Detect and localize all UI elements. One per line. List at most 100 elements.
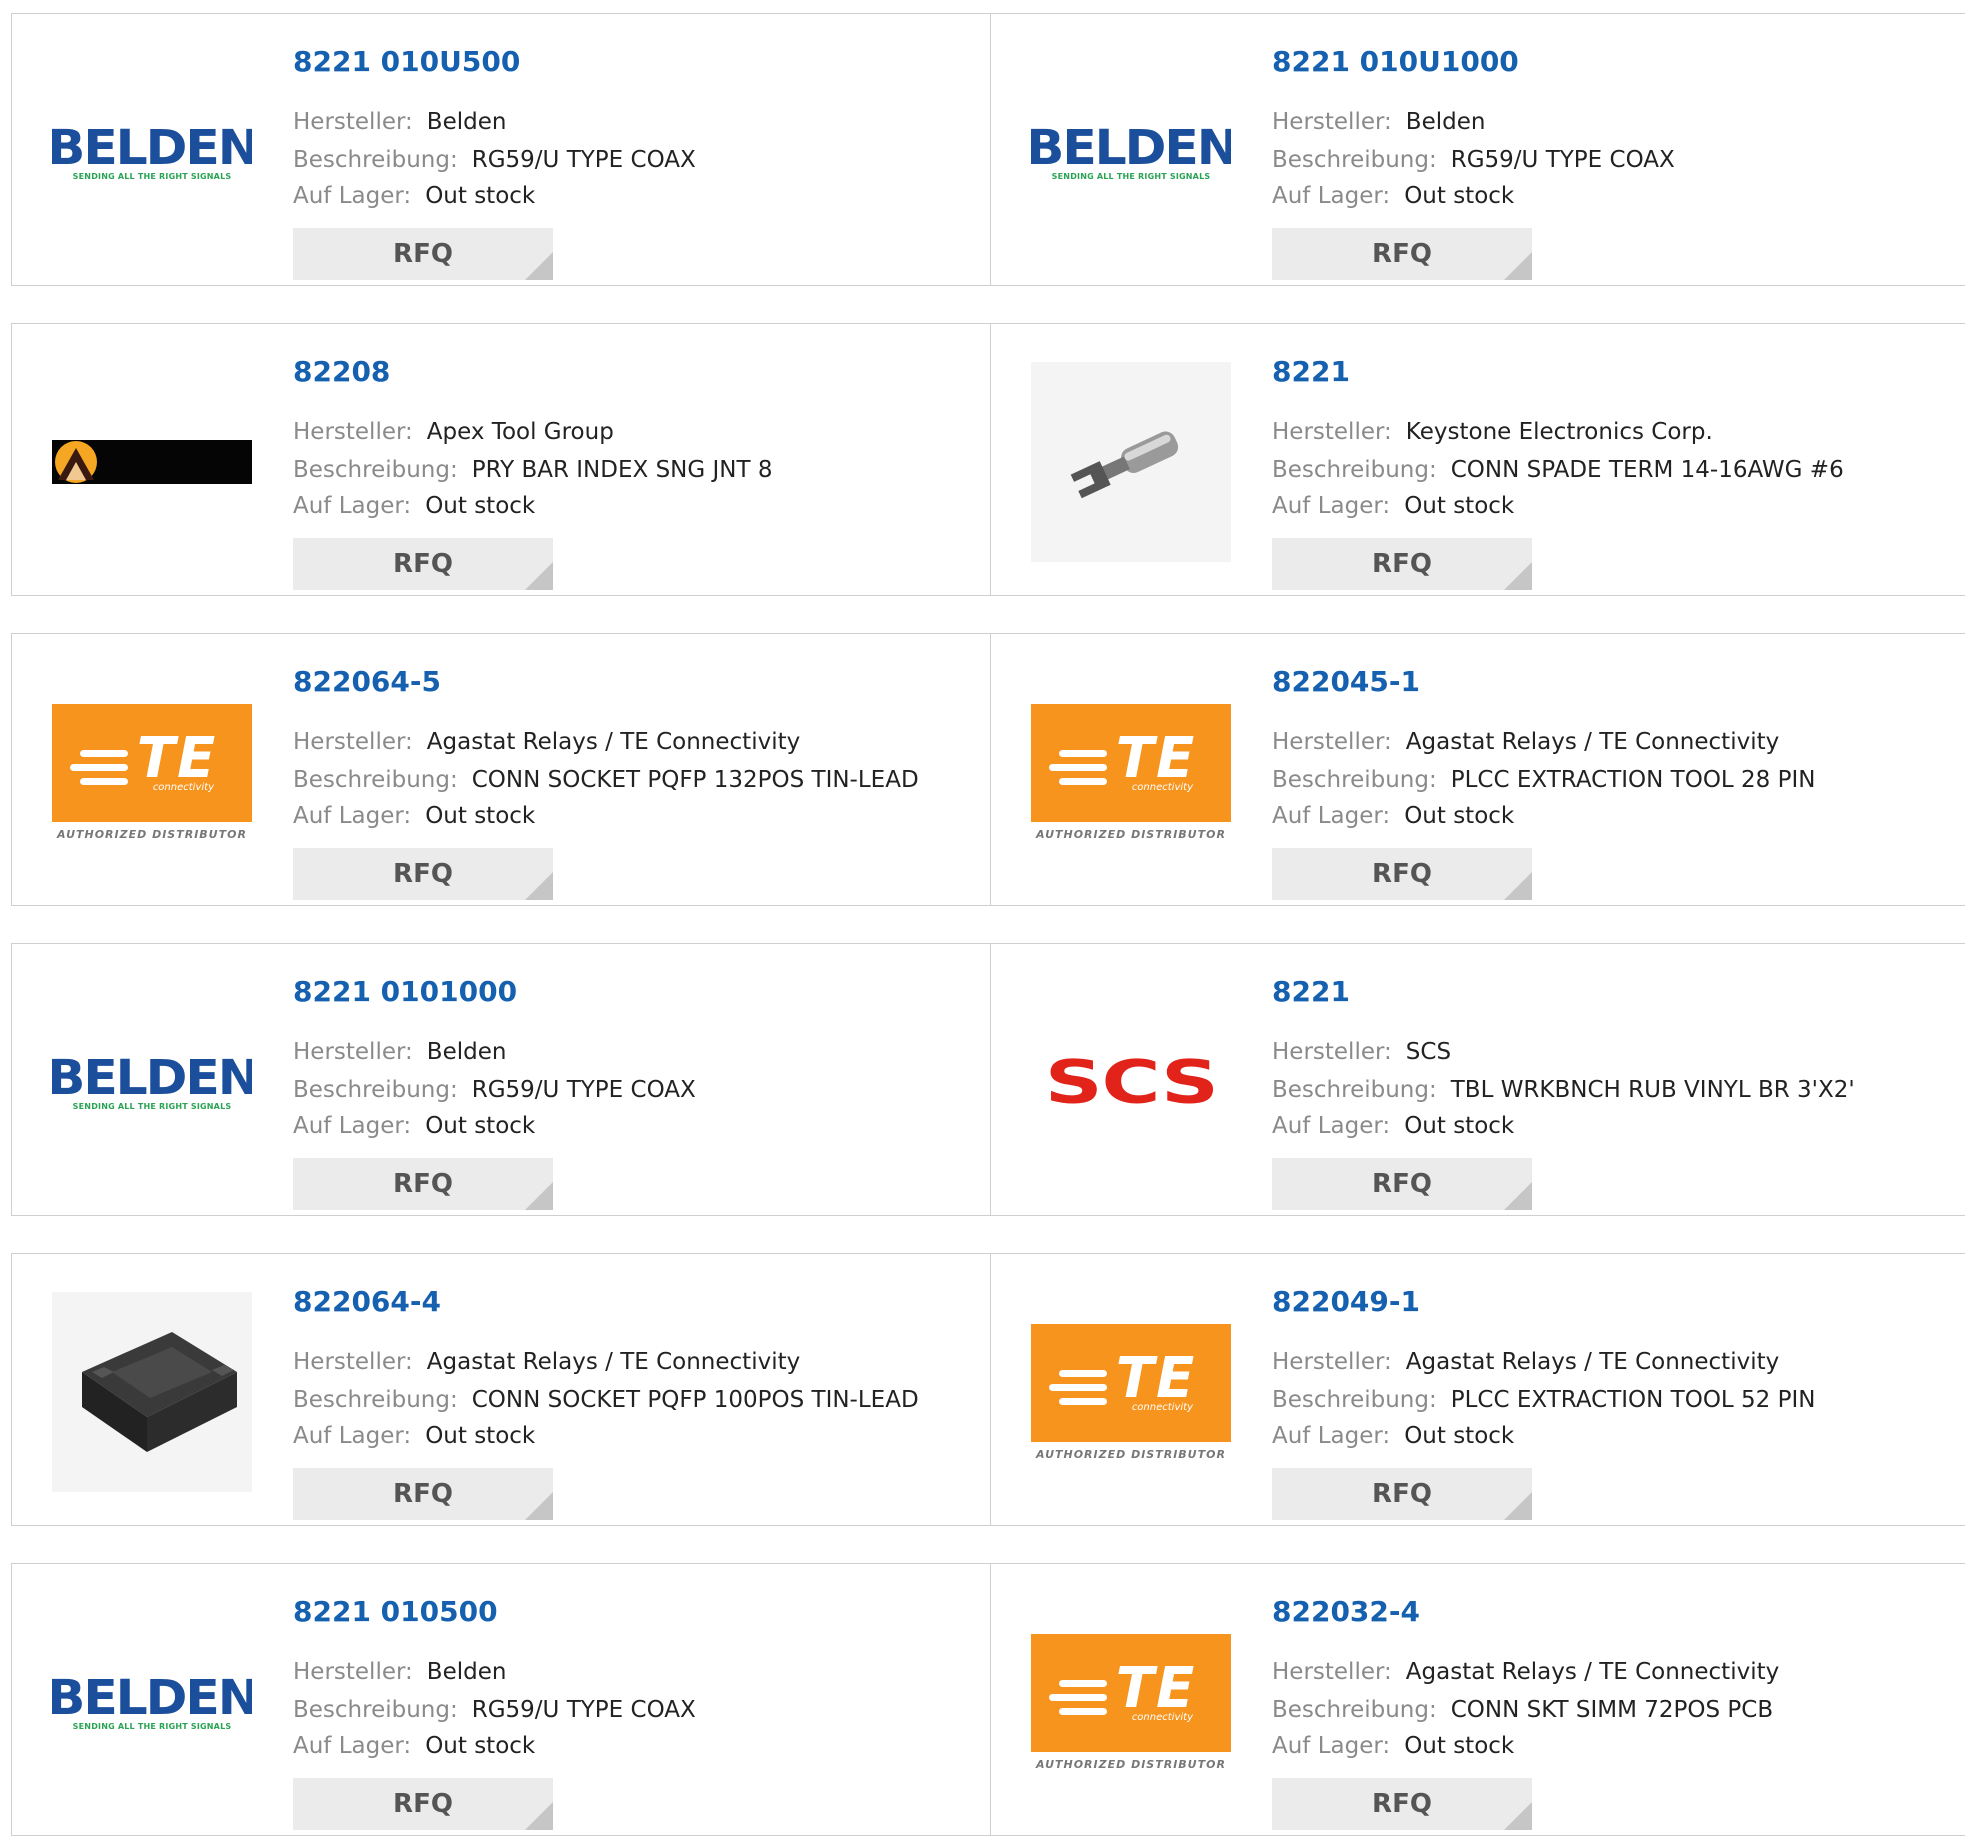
stock-value: Out stock (1404, 1113, 1515, 1139)
product-card: BELDEN SENDING ALL THE RIGHT SIGNALS 8221… (12, 14, 989, 285)
description-line: Beschreibung: RG59/U TYPE COAX (293, 1075, 696, 1105)
manufacturer-logo[interactable] (1031, 362, 1231, 562)
rfq-button[interactable]: RFQ (1272, 1778, 1532, 1830)
product-card: BELDEN SENDING ALL THE RIGHT SIGNALS 8221… (991, 14, 1965, 285)
part-number-link[interactable]: 82208 (293, 355, 390, 388)
manufacturer-label: Hersteller: (293, 419, 413, 445)
product-row: BELDEN SENDING ALL THE RIGHT SIGNALS 8221… (11, 1563, 1965, 1836)
stock-label: Auf Lager: (293, 1113, 412, 1139)
description-label: Beschreibung: (293, 767, 458, 793)
description-line: Beschreibung: RG59/U TYPE COAX (293, 145, 696, 175)
rfq-label: RFQ (1372, 239, 1432, 269)
part-number-link[interactable]: 822064-5 (293, 665, 441, 698)
authorized-distributor-text: AUTHORIZED DISTRIBUTOR (57, 827, 247, 841)
part-number-link[interactable]: 822032-4 (1272, 1595, 1420, 1628)
manufacturer-logo[interactable] (52, 362, 252, 562)
description-line: Beschreibung: PLCC EXTRACTION TOOL 52 PIN (1272, 1385, 1816, 1415)
part-number-link[interactable]: 822049-1 (1272, 1285, 1420, 1318)
part-number-link[interactable]: 822064-4 (293, 1285, 441, 1318)
product-row: 822064-4 Hersteller: Agastat Relays / TE … (11, 1253, 1965, 1526)
rfq-button[interactable]: RFQ (1272, 228, 1532, 280)
description-line: Beschreibung: PRY BAR INDEX SNG JNT 8 (293, 455, 773, 485)
description-line: Beschreibung: CONN SPADE TERM 14-16AWG #6 (1272, 455, 1844, 485)
corner-triangle-icon (1504, 1492, 1532, 1520)
rfq-button[interactable]: RFQ (293, 1778, 553, 1830)
rfq-label: RFQ (393, 1479, 453, 1509)
description-value: RG59/U TYPE COAX (471, 1077, 696, 1103)
stock-line: Auf Lager: Out stock (293, 1111, 535, 1141)
rfq-button[interactable]: RFQ (293, 1468, 553, 1520)
manufacturer-logo[interactable]: BELDEN SENDING ALL THE RIGHT SIGNALS (52, 982, 252, 1182)
product-card: BELDEN SENDING ALL THE RIGHT SIGNALS 8221… (12, 1564, 989, 1835)
manufacturer-logo[interactable]: TE connectivity AUTHORIZED DISTRIBUTOR (1031, 1292, 1231, 1492)
rfq-button[interactable]: RFQ (293, 538, 553, 590)
te-subtitle: connectivity (1131, 781, 1193, 793)
stock-line: Auf Lager: Out stock (1272, 1111, 1514, 1141)
stock-line: Auf Lager: Out stock (293, 491, 535, 521)
manufacturer-line: Hersteller: Apex Tool Group (293, 417, 614, 447)
description-label: Beschreibung: (293, 1387, 458, 1413)
description-label: Beschreibung: (293, 1697, 458, 1723)
part-number-link[interactable]: 8221 010500 (293, 1595, 498, 1628)
manufacturer-label: Hersteller: (293, 729, 413, 755)
te-logo: TE connectivity AUTHORIZED DISTRIBUTOR (1031, 1323, 1231, 1461)
part-number-link[interactable]: 8221 0101000 (293, 975, 517, 1008)
stock-label: Auf Lager: (293, 1423, 412, 1449)
part-number-link[interactable]: 8221 010U500 (293, 45, 520, 78)
te-logo-box: TE connectivity (1031, 1633, 1231, 1752)
stock-label: Auf Lager: (1272, 803, 1391, 829)
manufacturer-logo[interactable]: BELDEN SENDING ALL THE RIGHT SIGNALS (1031, 52, 1231, 252)
manufacturer-logo[interactable]: TE connectivity AUTHORIZED DISTRIBUTOR (52, 672, 252, 872)
manufacturer-logo[interactable]: TE connectivity AUTHORIZED DISTRIBUTOR (1031, 1602, 1231, 1802)
part-number-link[interactable]: 8221 (1272, 975, 1350, 1008)
rfq-button[interactable]: RFQ (1272, 1468, 1532, 1520)
description-line: Beschreibung: PLCC EXTRACTION TOOL 28 PIN (1272, 765, 1816, 795)
stock-value: Out stock (425, 493, 536, 519)
manufacturer-logo[interactable] (52, 1292, 252, 1492)
stock-line: Auf Lager: Out stock (293, 1731, 535, 1761)
description-line: Beschreibung: RG59/U TYPE COAX (293, 1695, 696, 1725)
corner-triangle-icon (525, 1802, 553, 1830)
manufacturer-logo[interactable]: SCS (1031, 982, 1231, 1182)
product-row: BELDEN SENDING ALL THE RIGHT SIGNALS 8221… (11, 13, 1965, 286)
product-card: TE connectivity AUTHORIZED DISTRIBUTOR 822… (991, 634, 1965, 905)
stock-line: Auf Lager: Out stock (293, 1421, 535, 1451)
rfq-button[interactable]: RFQ (293, 228, 553, 280)
stock-line: Auf Lager: Out stock (1272, 181, 1514, 211)
stock-value: Out stock (425, 1113, 536, 1139)
manufacturer-logo[interactable]: BELDEN SENDING ALL THE RIGHT SIGNALS (52, 1602, 252, 1802)
corner-triangle-icon (1504, 252, 1532, 280)
stock-label: Auf Lager: (293, 493, 412, 519)
manufacturer-value: Apex Tool Group (426, 419, 614, 445)
part-number-link[interactable]: 8221 010U1000 (1272, 45, 1519, 78)
stock-label: Auf Lager: (1272, 493, 1391, 519)
rfq-label: RFQ (393, 1789, 453, 1819)
stock-label: Auf Lager: (293, 183, 412, 209)
stock-value: Out stock (425, 1423, 536, 1449)
description-value: CONN SOCKET PQFP 132POS TIN-LEAD (471, 767, 919, 793)
description-value: PLCC EXTRACTION TOOL 28 PIN (1450, 767, 1816, 793)
rfq-button[interactable]: RFQ (293, 848, 553, 900)
part-number-link[interactable]: 822045-1 (1272, 665, 1420, 698)
manufacturer-label: Hersteller: (293, 1039, 413, 1065)
stock-label: Auf Lager: (293, 1733, 412, 1759)
manufacturer-value: Belden (426, 1039, 507, 1065)
manufacturer-label: Hersteller: (1272, 419, 1392, 445)
manufacturer-label: Hersteller: (1272, 729, 1392, 755)
manufacturer-label: Hersteller: (1272, 109, 1392, 135)
description-label: Beschreibung: (293, 147, 458, 173)
rfq-button[interactable]: RFQ (1272, 538, 1532, 590)
part-number-link[interactable]: 8221 (1272, 355, 1350, 388)
corner-triangle-icon (1504, 1182, 1532, 1210)
apex-mark-icon (55, 441, 97, 483)
te-logo-box: TE connectivity (1031, 1323, 1231, 1442)
rfq-button[interactable]: RFQ (1272, 1158, 1532, 1210)
manufacturer-value: Belden (1405, 109, 1486, 135)
stock-label: Auf Lager: (1272, 183, 1391, 209)
rfq-button[interactable]: RFQ (1272, 848, 1532, 900)
manufacturer-logo[interactable]: BELDEN SENDING ALL THE RIGHT SIGNALS (52, 52, 252, 252)
manufacturer-logo[interactable]: TE connectivity AUTHORIZED DISTRIBUTOR (1031, 672, 1231, 872)
stock-value: Out stock (425, 183, 536, 209)
manufacturer-line: Hersteller: Belden (293, 1037, 506, 1067)
rfq-button[interactable]: RFQ (293, 1158, 553, 1210)
